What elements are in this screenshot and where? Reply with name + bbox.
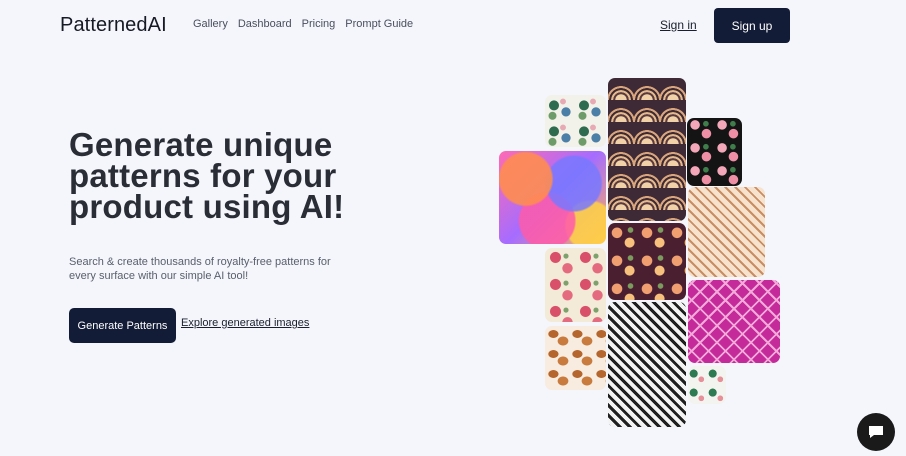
generate-patterns-button[interactable]: Generate Patterns xyxy=(69,308,176,343)
pattern-tile-magenta-diamond-lattice[interactable] xyxy=(688,280,780,363)
pattern-tile-autumn-floral-plum[interactable] xyxy=(608,223,686,300)
explore-images-link[interactable]: Explore generated images xyxy=(181,317,309,329)
pattern-tile-geometric-diamond-beige[interactable] xyxy=(688,187,765,277)
hero-title: Generate unique patterns for your produc… xyxy=(69,126,345,225)
sign-in-link[interactable]: Sign in xyxy=(660,18,697,32)
sign-up-button[interactable]: Sign up xyxy=(714,8,790,43)
pattern-tile-botanical-leaves[interactable] xyxy=(545,95,606,147)
nav-link-pricing[interactable]: Pricing xyxy=(302,18,336,30)
pattern-tile-pastries-cream[interactable] xyxy=(545,326,606,390)
nav-link-gallery[interactable]: Gallery xyxy=(193,18,228,30)
pattern-tile-black-white-diamond[interactable] xyxy=(608,302,686,427)
pattern-tile-pink-roses-black[interactable] xyxy=(687,118,742,186)
pattern-tile-colorful-circles[interactable] xyxy=(499,151,606,244)
nav-links: Gallery Dashboard Pricing Prompt Guide xyxy=(193,18,413,30)
hero-subtitle: Search & create thousands of royalty-fre… xyxy=(69,256,331,282)
chat-widget-button[interactable] xyxy=(857,413,895,451)
chat-bubble-icon xyxy=(869,426,883,438)
nav-link-dashboard[interactable]: Dashboard xyxy=(238,18,292,30)
logo[interactable]: PatternedAI xyxy=(60,14,167,37)
top-navbar: PatternedAI Gallery Dashboard Pricing Pr… xyxy=(0,0,906,52)
pattern-tile-red-roses-cream[interactable] xyxy=(545,248,606,322)
nav-link-prompt-guide[interactable]: Prompt Guide xyxy=(345,18,413,30)
pattern-tile-art-deco-fan[interactable] xyxy=(608,78,686,221)
pattern-tile-green-botanical-small[interactable] xyxy=(688,366,726,404)
